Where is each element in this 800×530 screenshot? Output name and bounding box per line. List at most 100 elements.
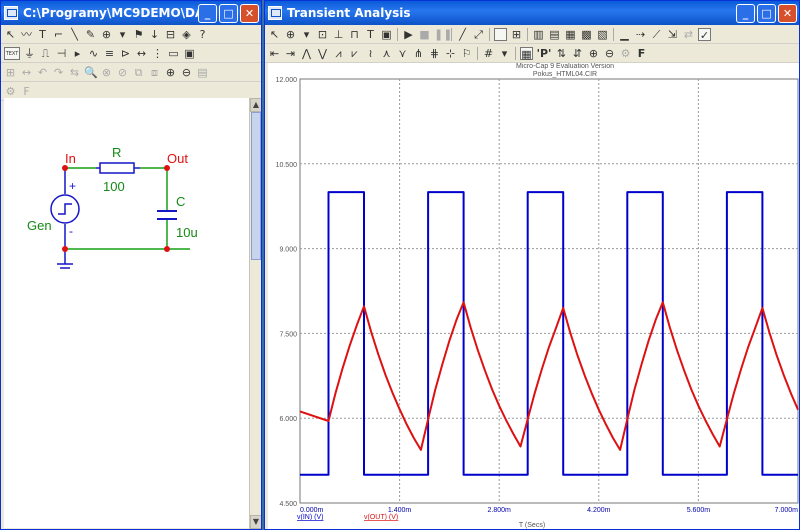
top-icon[interactable]: ⋔ bbox=[412, 47, 425, 60]
dropdown-icon[interactable]: ▾ bbox=[498, 47, 511, 60]
curve-toggle-icon[interactable]: ⇢ bbox=[634, 28, 647, 41]
global-high-icon[interactable]: ⋏ bbox=[380, 47, 393, 60]
low-find-icon[interactable]: ⩗ bbox=[348, 47, 361, 60]
schematic-canvas[interactable]: In Out R 100 C 10u Gen + - bbox=[4, 98, 249, 528]
cursor-left-icon[interactable]: ⇤ bbox=[268, 47, 281, 60]
schematic-window[interactable]: C:\Programy\MC9DEMO\DATA\P... _ □ ✕ ↖ 〰 … bbox=[0, 0, 262, 530]
stop-icon[interactable]: ⊗ bbox=[100, 66, 113, 79]
node-icon[interactable]: ⊟ bbox=[164, 28, 177, 41]
resistor-icon[interactable]: ⎍ bbox=[39, 47, 52, 60]
split-vertical-icon[interactable]: ▥ bbox=[532, 28, 545, 41]
wire-icon[interactable]: 〰 bbox=[20, 28, 33, 41]
peak-icon[interactable]: ⇲ bbox=[666, 28, 679, 41]
analysis-window[interactable]: Transient Analysis _ □ ✕ ↖ ⊕ ▾ ⊡ ⊥ ⊓ T ▣… bbox=[264, 0, 800, 530]
scale-alt-icon[interactable]: ⇵ bbox=[571, 47, 584, 60]
select-arrow-icon[interactable]: ↖ bbox=[268, 28, 281, 41]
diagonal-draw-icon[interactable]: ⤢ bbox=[472, 28, 485, 41]
info-icon[interactable]: ◈ bbox=[180, 28, 193, 41]
inflection-icon[interactable]: ≀ bbox=[364, 47, 377, 60]
close-button[interactable]: ✕ bbox=[240, 3, 259, 23]
scale-toggle-icon[interactable]: ⇅ bbox=[555, 47, 568, 60]
ground-icon[interactable]: ⏚ bbox=[23, 47, 36, 60]
tile-icon[interactable]: ▩ bbox=[580, 28, 593, 41]
point-icon[interactable]: ⊹ bbox=[444, 47, 457, 60]
page-view-icon[interactable]: ▣ bbox=[380, 28, 393, 41]
cancel-icon[interactable]: ⊘ bbox=[116, 66, 129, 79]
dropdown-icon[interactable]: ▾ bbox=[300, 28, 313, 41]
analysis-plot-area[interactable]: 0.000m 1.400m 2.800m 4.200m 5.600m 7.000m 4.50… bbox=[268, 63, 800, 530]
analysis-app-icon[interactable] bbox=[268, 6, 282, 20]
layout-icon[interactable]: ▧ bbox=[596, 28, 609, 41]
global-low-icon[interactable]: ⋎ bbox=[396, 47, 409, 60]
plot-frame-icon[interactable] bbox=[494, 27, 507, 41]
zoom-in-icon[interactable]: ⊕ bbox=[587, 47, 600, 60]
scale-icon[interactable]: ⊡ bbox=[316, 28, 329, 41]
schematic-vertical-scrollbar[interactable]: ▲ ▼ bbox=[249, 98, 261, 529]
font-option-icon[interactable]: F bbox=[635, 47, 648, 60]
component-icon[interactable]: ⊕ bbox=[284, 28, 297, 41]
text-tool-button[interactable]: TEXT bbox=[4, 46, 20, 60]
draw-icon[interactable]: ✎ bbox=[84, 28, 97, 41]
help-icon[interactable]: ? bbox=[196, 28, 209, 41]
font-option-icon[interactable]: F bbox=[20, 85, 33, 98]
tangent-icon[interactable]: ⟋ bbox=[650, 28, 663, 41]
dropdown-icon[interactable]: ▾ bbox=[116, 28, 129, 41]
capacitor-icon[interactable]: ⊣ bbox=[55, 47, 68, 60]
schematic-app-icon[interactable] bbox=[4, 6, 18, 20]
scroll-up-button[interactable]: ▲ bbox=[250, 98, 261, 112]
copy-icon[interactable]: ⧉ bbox=[132, 66, 145, 79]
analysis-maximize-button[interactable]: □ bbox=[757, 3, 776, 23]
stop-icon[interactable]: ■ bbox=[418, 28, 431, 41]
options-gear-icon[interactable]: ⚙ bbox=[4, 85, 17, 98]
pause-icon[interactable]: ❚❚ bbox=[434, 28, 452, 41]
arrow-link-icon[interactable]: ↔ bbox=[135, 47, 148, 60]
valley-find-icon[interactable]: ⋁ bbox=[316, 47, 329, 60]
line-draw-icon[interactable]: ╱ bbox=[456, 28, 469, 41]
window-icon[interactable]: ▭ bbox=[167, 47, 180, 60]
plot-grid-icon[interactable]: ⊞ bbox=[510, 28, 523, 41]
redo-icon[interactable]: ↷ bbox=[52, 66, 65, 79]
properties-icon[interactable]: ✓ bbox=[698, 27, 711, 42]
plot-grid-tile-icon[interactable]: # bbox=[482, 47, 495, 60]
minimize-button[interactable]: _ bbox=[198, 3, 217, 23]
zoom-out-icon[interactable]: ⊖ bbox=[603, 47, 616, 60]
diode-icon[interactable]: ▸ bbox=[71, 47, 84, 60]
print-label-icon[interactable]: 'P' bbox=[536, 47, 552, 60]
analysis-minimize-button[interactable]: _ bbox=[736, 3, 755, 23]
schematic-title-bar[interactable]: C:\Programy\MC9DEMO\DATA\P... _ □ ✕ bbox=[1, 1, 261, 25]
slope-icon[interactable]: ⇄ bbox=[682, 28, 695, 41]
component-icon[interactable]: ⊕ bbox=[100, 28, 113, 41]
minimize-plot-icon[interactable]: ▁ bbox=[618, 28, 631, 41]
scope-icon[interactable]: ⊓ bbox=[348, 28, 361, 41]
maximize-button[interactable]: □ bbox=[219, 3, 238, 23]
undo-icon[interactable]: ↶ bbox=[36, 66, 49, 79]
transient-plot[interactable]: 0.000m 1.400m 2.800m 4.200m 5.600m 7.000m 4.50… bbox=[268, 63, 800, 530]
text-T-icon[interactable]: T bbox=[36, 28, 49, 41]
move-icon[interactable]: ↔ bbox=[20, 66, 33, 79]
analysis-title-bar[interactable]: Transient Analysis _ □ ✕ bbox=[265, 1, 799, 25]
battery-icon[interactable]: ≡ bbox=[103, 47, 116, 60]
cursor-mode-icon[interactable]: ⊥ bbox=[332, 28, 345, 41]
inductor-icon[interactable]: ∿ bbox=[87, 47, 100, 60]
text-T-icon[interactable]: T bbox=[364, 28, 377, 41]
find-icon[interactable]: 🔍 bbox=[84, 66, 98, 79]
tag-icon[interactable]: ⚐ bbox=[460, 47, 473, 60]
split-horizontal-icon[interactable]: ▤ bbox=[548, 28, 561, 41]
transistor-icon[interactable]: ⊳ bbox=[119, 47, 132, 60]
page-icon[interactable]: ▤ bbox=[196, 66, 209, 79]
select-arrow-icon[interactable]: ↖ bbox=[4, 28, 17, 41]
analysis-close-button[interactable]: ✕ bbox=[778, 3, 797, 23]
data-table-icon[interactable]: ▦ bbox=[520, 46, 533, 61]
zoom-in-icon[interactable]: ⊕ bbox=[164, 66, 177, 79]
flip-icon[interactable]: ⇆ bbox=[68, 66, 81, 79]
zoom-out-icon[interactable]: ⊖ bbox=[180, 66, 193, 79]
grid-icon[interactable]: ⋮ bbox=[151, 47, 164, 60]
pin-icon[interactable]: ↓ bbox=[148, 28, 161, 41]
options-gear-icon[interactable]: ⚙ bbox=[619, 47, 632, 60]
scroll-down-button[interactable]: ▼ bbox=[250, 515, 261, 529]
run-icon[interactable]: ▶ bbox=[402, 28, 415, 41]
high-find-icon[interactable]: ⩘ bbox=[332, 47, 345, 60]
line-icon[interactable]: ╲ bbox=[68, 28, 81, 41]
bend-wire-icon[interactable]: ⌐ bbox=[52, 28, 65, 41]
paste-icon[interactable]: ⧈ bbox=[148, 66, 161, 79]
